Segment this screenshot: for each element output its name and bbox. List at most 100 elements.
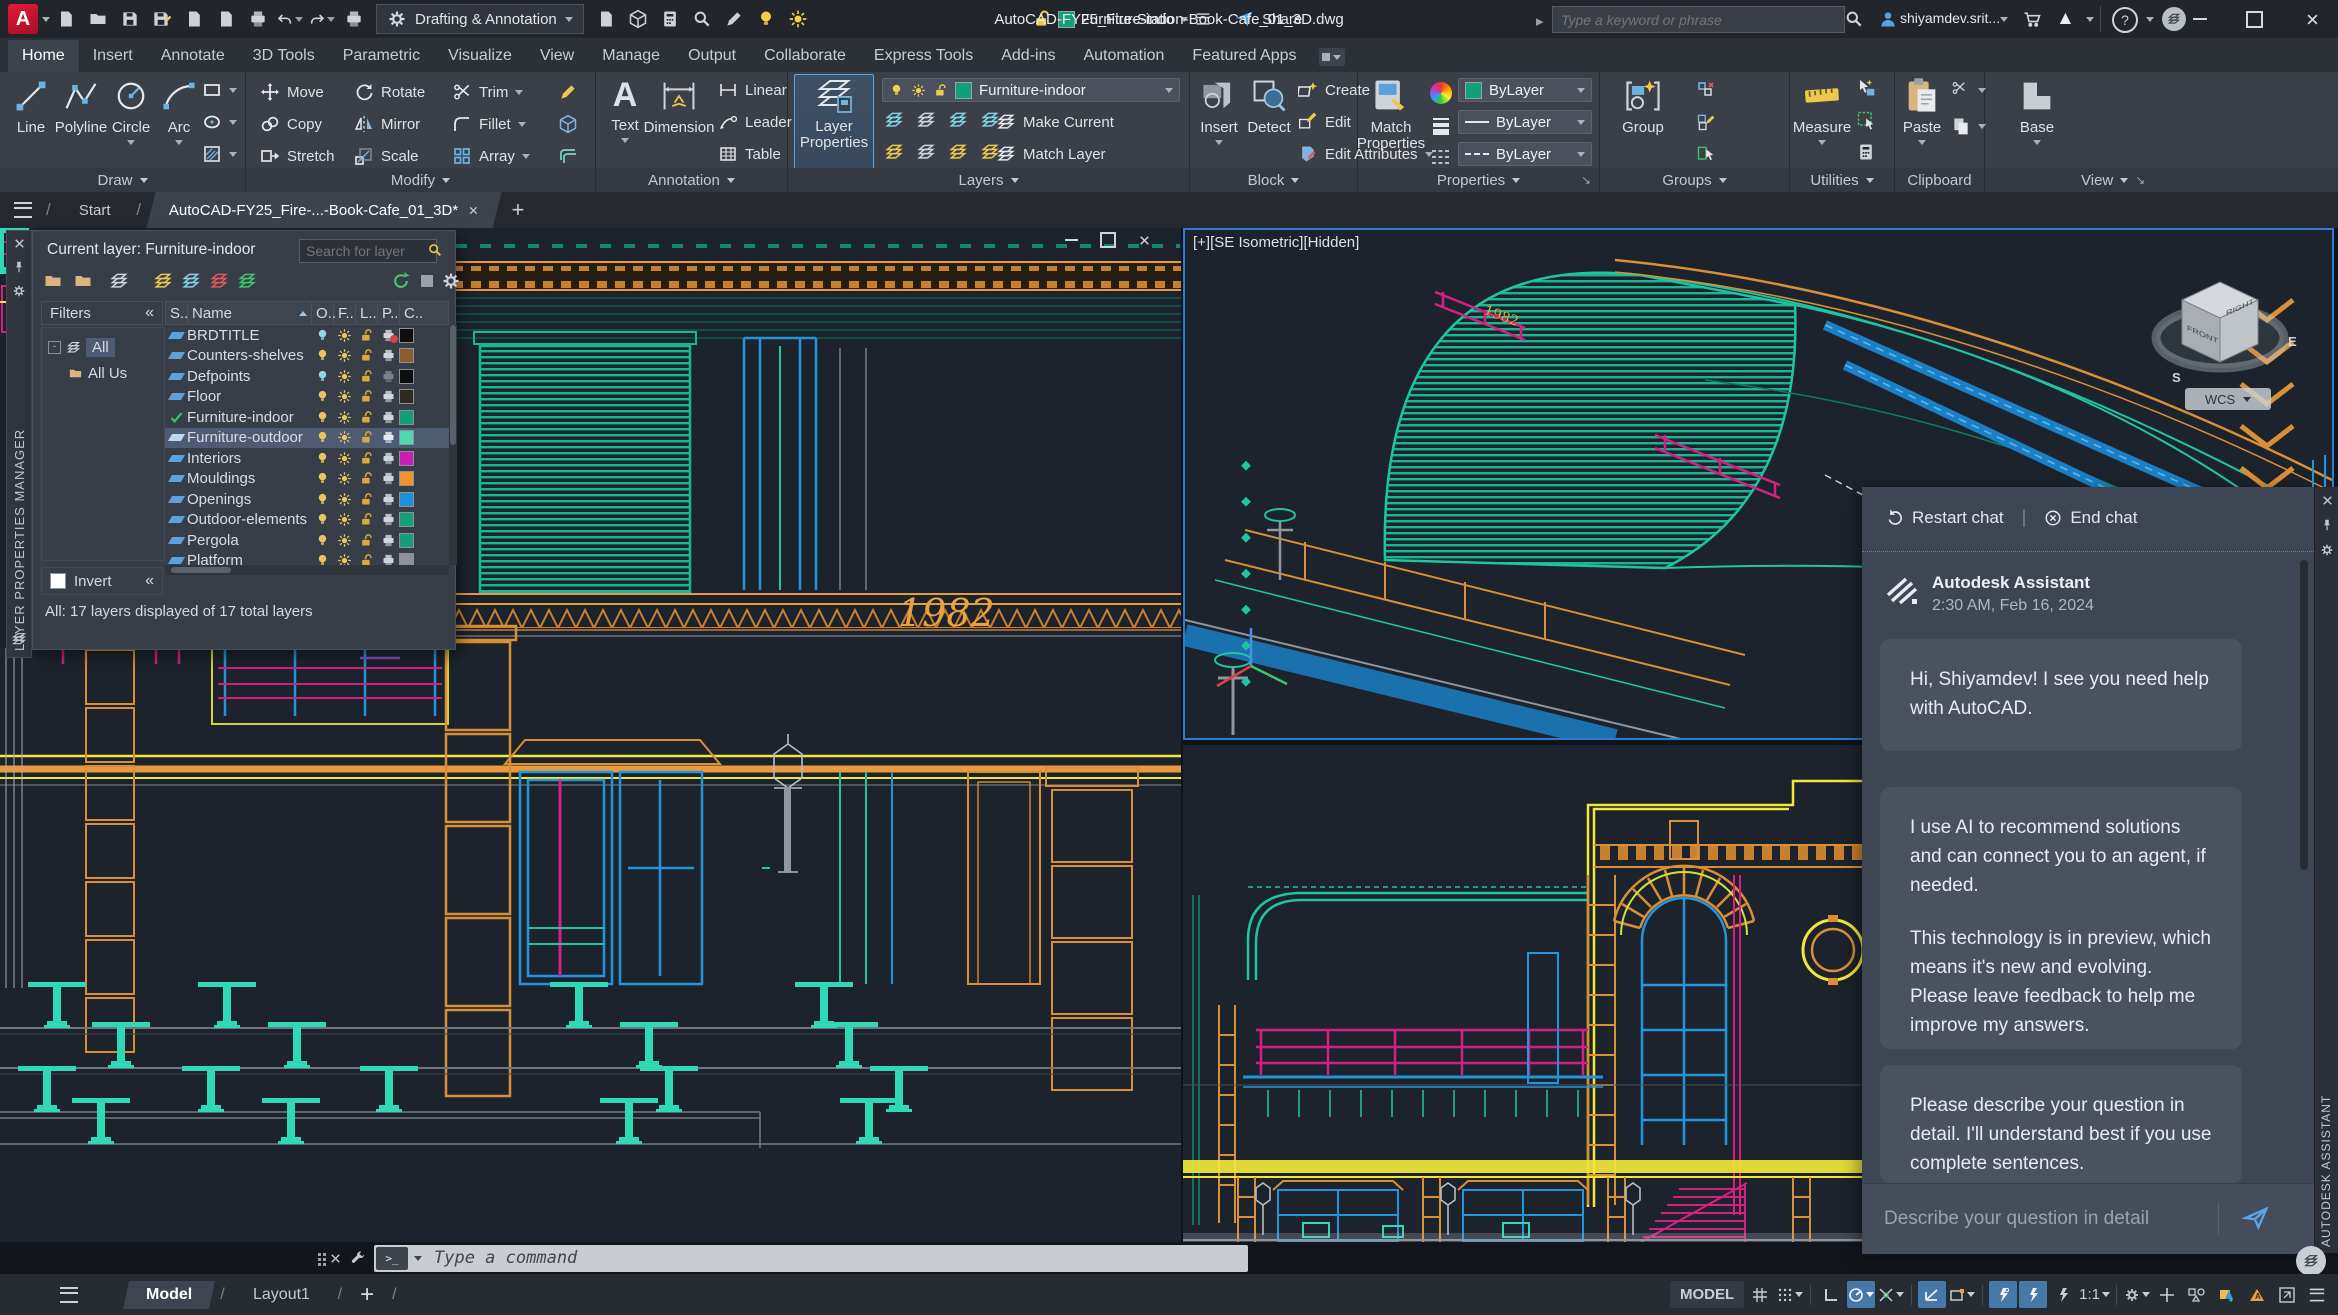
bulb-on-icon[interactable] <box>753 6 779 32</box>
ortho-mode-toggle[interactable] <box>1817 1281 1845 1308</box>
vertical-scrollbar[interactable] <box>449 325 457 565</box>
model-tab[interactable]: Model <box>123 1280 216 1309</box>
ellipse-tool-button[interactable] <box>202 112 237 132</box>
stretch-button[interactable]: Stretch <box>260 146 335 166</box>
help-button[interactable]: ? <box>2112 7 2138 33</box>
vp-restore-icon[interactable] <box>1100 232 1116 248</box>
redo-button[interactable] <box>309 6 335 32</box>
layer-row-openings[interactable]: Openings <box>165 489 449 510</box>
horizontal-scrollbar[interactable] <box>165 565 449 575</box>
layer-row-furniture-outdoor[interactable]: Furniture-outdoor <box>165 427 449 448</box>
user-avatar[interactable] <box>1875 6 1901 32</box>
workspace-switcher[interactable]: Drafting & Annotation <box>376 4 584 34</box>
crosshair-toggle[interactable] <box>2153 1281 2181 1308</box>
command-input[interactable] <box>422 1247 1248 1269</box>
tab-parametric[interactable]: Parametric <box>329 40 434 72</box>
layer-search-icon[interactable] <box>427 242 443 258</box>
tab-manage[interactable]: Manage <box>588 40 674 72</box>
layer-on-icon[interactable] <box>884 142 904 162</box>
share-button[interactable]: Share <box>1234 9 1302 29</box>
layer-list-icon[interactable] <box>1196 13 1210 25</box>
panel-label-layers[interactable]: Layers <box>788 168 1189 192</box>
object-color-dropdown[interactable]: ByLayer <box>1458 78 1592 102</box>
workspace-switching-button[interactable] <box>2123 1281 2151 1308</box>
autodesk-logo[interactable]: ▲ <box>2056 8 2075 30</box>
dialog-launcher-icon[interactable]: ↘ <box>1581 173 1591 187</box>
explode-icon[interactable] <box>558 114 578 134</box>
delete-layer-icon[interactable] <box>207 269 231 293</box>
open-icon[interactable] <box>85 6 111 32</box>
layer-unisolate-icon[interactable] <box>916 142 936 162</box>
save-as-icon[interactable] <box>149 6 175 32</box>
quick-calculator-icon[interactable] <box>1856 142 1876 162</box>
new-tab-button[interactable]: + <box>511 192 524 228</box>
layer-thaw-icon[interactable] <box>948 142 968 162</box>
grid-display-toggle[interactable] <box>1746 1281 1774 1308</box>
fillet-button[interactable]: Fillet <box>452 114 526 134</box>
select-similar-icon[interactable] <box>1856 110 1876 130</box>
array-button[interactable]: Array <box>452 146 530 166</box>
color-wheel-icon[interactable] <box>1430 82 1452 104</box>
assistant-properties-icon[interactable] <box>2320 543 2334 557</box>
tab-visualize[interactable]: Visualize <box>434 40 526 72</box>
set-current-layer-icon[interactable] <box>235 269 259 293</box>
object-snap-toggle[interactable] <box>1989 1281 2018 1308</box>
base-button[interactable]: Base <box>2009 76 2065 145</box>
new-layer-frozen-icon[interactable] <box>179 269 203 293</box>
snap-mode-toggle[interactable] <box>1776 1281 1804 1308</box>
open-from-web-icon[interactable] <box>181 6 207 32</box>
edit-block-button[interactable]: Edit <box>1298 112 1351 132</box>
trim-button[interactable]: Trim <box>452 82 524 102</box>
isometric-drafting-toggle[interactable] <box>1918 1281 1947 1308</box>
table-button[interactable]: Table <box>718 144 781 164</box>
help-caret-icon[interactable] <box>2146 17 2154 22</box>
tree-node-all-used[interactable]: All Us <box>42 357 164 382</box>
group-button[interactable]: Group <box>1614 76 1672 136</box>
arc-button[interactable]: Arc <box>152 76 206 145</box>
help-search-input[interactable] <box>1552 6 1845 33</box>
quick-layer-control[interactable]: Furniture-indo <box>1024 5 1220 33</box>
user-menu-caret-icon[interactable] <box>2000 17 2008 22</box>
palette-autohide-icon[interactable] <box>12 260 26 274</box>
chat-input[interactable] <box>1882 1202 2186 1236</box>
layer-row-brdtitle[interactable]: BRDTITLE <box>165 325 449 346</box>
dimension-button[interactable]: Dimension <box>644 76 714 136</box>
assistant-bubble-icon[interactable] <box>2296 1246 2326 1276</box>
bulb-sun-icon[interactable] <box>785 6 811 32</box>
object-snap-2d-toggle[interactable] <box>2019 1281 2048 1308</box>
invert-checkbox[interactable] <box>50 573 66 589</box>
refresh-icon[interactable] <box>389 269 413 293</box>
layer-search-input[interactable] <box>299 239 437 263</box>
tab-output[interactable]: Output <box>674 40 750 72</box>
match-properties-button[interactable]: Match Properties <box>1357 76 1425 152</box>
layer-isolate-icon[interactable] <box>916 110 936 130</box>
tab-3d-tools[interactable]: 3D Tools <box>239 40 329 72</box>
group-selection-icon[interactable] <box>1696 144 1716 164</box>
layout-icon[interactable] <box>657 6 683 32</box>
close-tab-icon[interactable] <box>468 205 479 216</box>
layer-dropdown[interactable]: Furniture-indoor <box>882 78 1180 102</box>
match-layer-button[interactable]: Match Layer <box>996 144 1106 164</box>
group-edit-icon[interactable] <box>1696 112 1716 132</box>
restart-chat-button[interactable]: Restart chat <box>1886 508 2004 528</box>
3d-object-snap-toggle[interactable] <box>2049 1281 2077 1308</box>
tab-express-tools[interactable]: Express Tools <box>860 40 987 72</box>
isolate-objects-button[interactable] <box>2183 1281 2211 1308</box>
annotation-monitor-button[interactable]: A <box>2243 1281 2271 1308</box>
tab-home[interactable]: Home <box>8 40 79 72</box>
lineweight-icon[interactable] <box>1430 114 1452 136</box>
col-plot[interactable]: P.. <box>378 302 400 324</box>
quick-select-icon[interactable] <box>1856 78 1876 98</box>
panel-label-utilities[interactable]: Utilities <box>1790 168 1894 192</box>
layer-row-platform[interactable]: Platform <box>165 551 449 565</box>
polyline-button[interactable]: Polyline <box>54 76 108 136</box>
palette-close-icon[interactable] <box>13 237 26 250</box>
close-button[interactable] <box>2290 0 2334 38</box>
tab-add-ins[interactable]: Add-ins <box>987 40 1069 72</box>
detect-button[interactable]: Detect <box>1242 76 1296 136</box>
command-close-icon[interactable] <box>329 1252 342 1265</box>
recent-commands-icon[interactable]: >_ <box>376 1246 408 1270</box>
tab-automation[interactable]: Automation <box>1069 40 1178 72</box>
end-chat-button[interactable]: End chat <box>2044 508 2137 528</box>
panel-label-draw[interactable]: Draw <box>0 168 245 192</box>
